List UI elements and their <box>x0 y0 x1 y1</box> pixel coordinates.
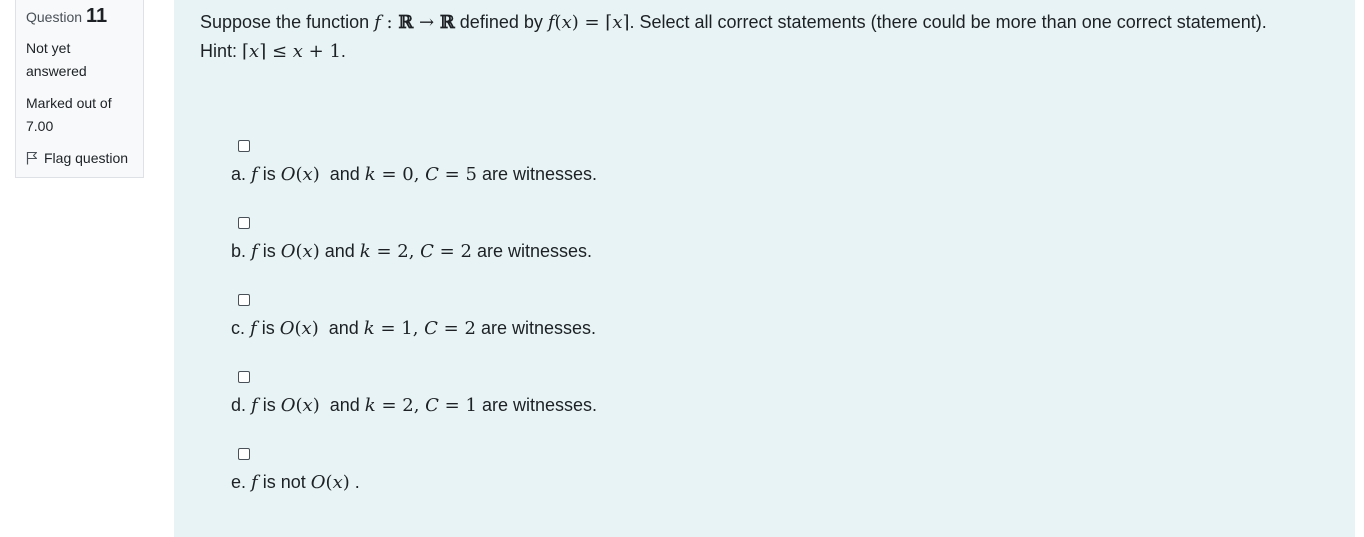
math-reals: ℝ <box>439 12 455 33</box>
question-number-line: Question 11 <box>26 3 133 30</box>
question-state: Not yet answered <box>26 37 133 83</box>
option-and-text: and <box>329 164 360 184</box>
math-f: f <box>251 472 258 493</box>
math-f: f <box>250 318 257 339</box>
option-tail-text: are witnesses. <box>480 318 596 338</box>
math-f: f <box>374 12 381 33</box>
answer-option-a: a. f is O(x) and k = 0, C = 5 are witnes… <box>231 140 597 188</box>
option-c-value: 2 <box>464 318 476 339</box>
option-tail-text: are witnesses. <box>476 241 592 261</box>
math-big-o: O(x) <box>279 318 319 339</box>
option-k-value: 0 <box>402 164 414 185</box>
checkbox-option-a[interactable] <box>238 140 250 152</box>
flag-question-label: Flag question <box>44 150 129 166</box>
math-big-o: O(x) <box>280 395 320 416</box>
option-c-value: 1 <box>465 395 477 416</box>
option-c-value: 2 <box>460 241 472 262</box>
option-and-text: and <box>329 395 360 415</box>
option-k-value: 1 <box>401 318 413 339</box>
option-and-text: and <box>328 318 359 338</box>
checkbox-option-e[interactable] <box>238 448 250 460</box>
flag-question-link[interactable]: Flag question <box>26 148 133 168</box>
question-text-part: Suppose the function <box>200 12 375 32</box>
option-label-b[interactable]: b. f is O(x) and k = 2, C = 2 are witnes… <box>231 238 592 265</box>
question-number: 11 <box>85 5 108 27</box>
math-big-o: O(x) <box>280 241 320 262</box>
option-tail-text: are witnesses. <box>481 164 597 184</box>
question-text: Suppose the function f : ℝ → ℝ defined b… <box>200 12 1267 62</box>
math-f: f <box>251 395 258 416</box>
option-tail-text: are witnesses. <box>481 395 597 415</box>
math-big-o: O(x) <box>280 164 320 185</box>
answer-option-b: b. f is O(x) and k = 2, C = 2 are witnes… <box>231 217 592 265</box>
option-label-e[interactable]: e. f is not O(x) . <box>231 469 360 496</box>
state-line-1: Not yet <box>26 40 71 56</box>
option-c-value: 5 <box>465 164 477 185</box>
option-is-text: is <box>261 318 275 338</box>
option-k-value: 2 <box>397 241 409 262</box>
question-label: Question <box>26 9 83 25</box>
question-info-panel: Question 11 Not yet answered Marked out … <box>15 0 144 178</box>
option-and-text: and <box>324 241 355 261</box>
math-reals: ℝ <box>398 12 414 33</box>
option-is-text: is <box>262 395 276 415</box>
option-letter: d. <box>231 395 247 415</box>
math-f: f <box>251 241 258 262</box>
grade-line-1: Marked out of <box>26 95 112 111</box>
option-letter: c. <box>231 318 246 338</box>
option-is-text: is <box>262 241 276 261</box>
question-grade: Marked out of 7.00 <box>26 92 133 138</box>
answer-option-c: c. f is O(x) and k = 1, C = 2 are witnes… <box>231 294 596 342</box>
math-f: f <box>251 164 258 185</box>
flag-icon <box>26 151 38 165</box>
option-letter: a. <box>231 164 247 184</box>
state-line-2: answered <box>26 63 87 79</box>
checkbox-option-b[interactable] <box>238 217 250 229</box>
grade-line-2: 7.00 <box>26 118 54 134</box>
option-k-value: 2 <box>402 395 414 416</box>
answer-option-e: e. f is not O(x) . <box>231 448 360 496</box>
checkbox-option-c[interactable] <box>238 294 250 306</box>
math-fx: f <box>547 12 555 33</box>
checkbox-option-d[interactable] <box>238 371 250 383</box>
option-is-text: is not <box>262 472 306 492</box>
question-content: Suppose the function f : ℝ → ℝ defined b… <box>174 0 1355 537</box>
option-letter: e. <box>231 472 247 492</box>
option-label-c[interactable]: c. f is O(x) and k = 1, C = 2 are witnes… <box>231 315 596 342</box>
option-label-d[interactable]: d. f is O(x) and k = 2, C = 1 are witnes… <box>231 392 597 419</box>
option-tail-text: . <box>354 472 360 492</box>
math-big-o: O(x) <box>310 472 350 493</box>
question-text-part: . <box>340 41 346 61</box>
answer-option-d: d. f is O(x) and k = 2, C = 1 are witnes… <box>231 371 597 419</box>
option-label-a[interactable]: a. f is O(x) and k = 0, C = 5 are witnes… <box>231 161 597 188</box>
option-letter: b. <box>231 241 247 261</box>
option-is-text: is <box>262 164 276 184</box>
question-text-part: defined by <box>454 12 548 32</box>
